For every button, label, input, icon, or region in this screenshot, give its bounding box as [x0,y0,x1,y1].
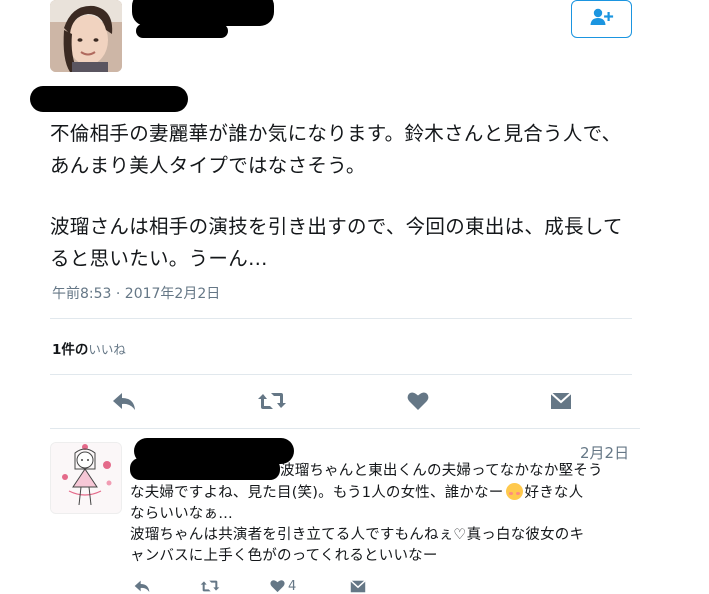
likes-summary[interactable]: 1件のいいね [52,338,126,358]
message-icon [350,579,366,593]
redacted-username [136,24,228,38]
retweet-icon [257,391,287,411]
reply-avatar[interactable] [50,442,122,514]
likes-count: 1件の [52,342,89,358]
like-button[interactable] [403,389,433,413]
reply-text-line: ャンバスに上手く色がのってくれるといいなー [130,548,438,564]
reply-like-button[interactable]: 4 [270,578,304,594]
tweet-text-line: 波瑠さんは相手の演技を引き出すので、今回の東出は、成長して [50,215,623,238]
reply-text-line: 波瑠ちゃんは共演者を引き立てる人ですもんねぇ♡真っ白な彼女のキ [130,527,585,543]
tweet-timestamp[interactable]: 午前8:53 · 2017年2月2日 [52,283,220,303]
smiling-face-emoji-icon [505,483,523,500]
add-user-icon [590,8,614,30]
reply-button[interactable] [108,389,140,413]
follow-button[interactable] [571,0,632,38]
reply-retweet-button[interactable] [198,578,222,594]
redacted-reply-mention [130,458,280,480]
reply-like-count: 4 [288,578,297,594]
redacted-reply-context [30,86,188,112]
divider [50,318,632,319]
retweet-button[interactable] [254,389,290,413]
reply-date[interactable]: 2月2日 [580,442,629,463]
reply-text-segment: 好きな人 [524,485,584,501]
reply-text-line: ならいいなぁ… [130,506,233,522]
tweet-text-line: ると思いたい。うーん… [50,247,268,270]
reply-text-segment: な夫婦ですよね、見た目(笑)。もう1人の女性、誰かなー [130,485,504,501]
user-avatar[interactable] [50,0,122,72]
reply-reply-button[interactable] [132,578,152,594]
message-icon [550,392,572,410]
reply-text-line: な夫婦ですよね、見た目(笑)。もう1人の女性、誰かなー 好きな人 [130,483,650,505]
reply-icon [134,579,150,593]
like-icon [407,391,429,411]
divider [50,374,632,375]
reply-icon [112,391,136,411]
tweet-text: 不倫相手の妻麗華が誰か気になります。鈴木さんと見合う人で、 あんまり美人タイプで… [50,118,650,275]
retweet-icon [200,579,220,593]
reply-text-line: 波瑠ちゃんと東出くんの夫婦ってなかなか堅そう [280,463,603,479]
tweet-text-line: 不倫相手の妻麗華が誰か気になります。鈴木さんと見合う人で、 [50,122,622,145]
reply-message-button[interactable] [348,578,368,594]
like-icon [270,579,285,593]
tweet-text-line: あんまり美人タイプではなさそう。 [50,154,366,177]
message-button[interactable] [546,389,576,413]
redacted-display-name [132,0,274,26]
divider [50,428,640,429]
likes-label: いいね [88,342,126,357]
